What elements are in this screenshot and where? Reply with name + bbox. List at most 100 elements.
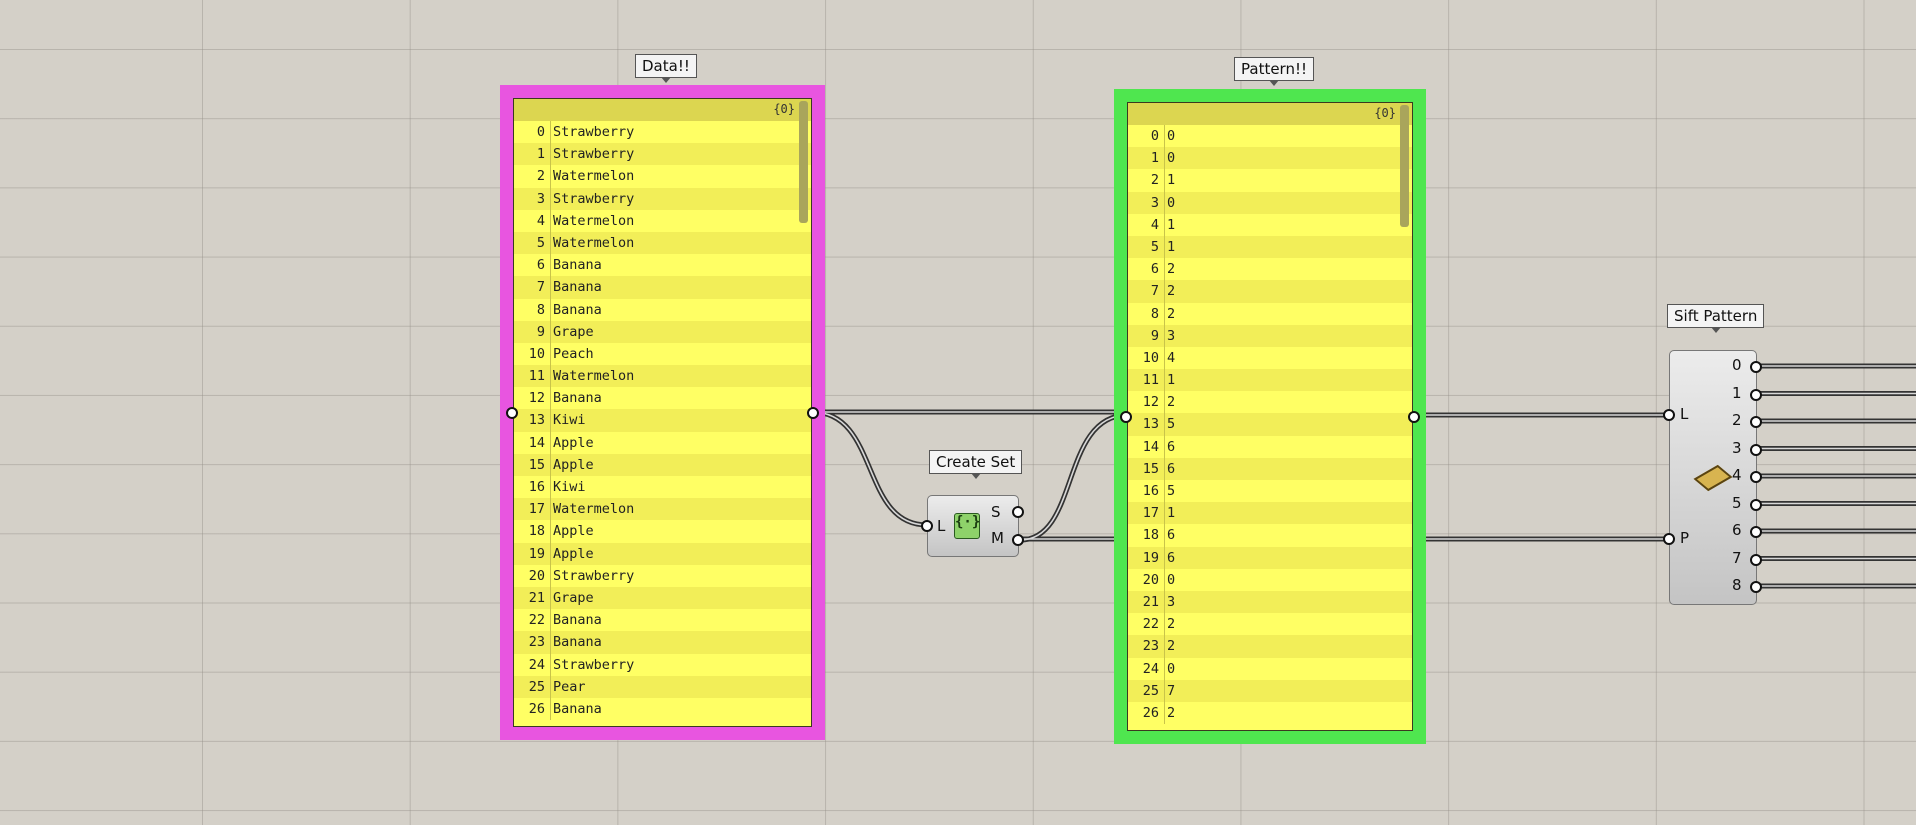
sift-pattern-output-label: 2 [1732,411,1742,429]
sift-pattern-output-port[interactable] [1750,416,1762,428]
panel-row: 21 3 [1128,590,1412,614]
row-separator [550,365,551,388]
row-separator [550,697,551,721]
row-separator [1164,369,1165,392]
row-separator [550,165,551,188]
pattern-panel-input-port[interactable] [1120,411,1132,423]
row-separator [550,409,551,432]
row-index: 9 [1150,327,1159,344]
data-panel-output-port[interactable] [807,407,819,419]
row-index: 4 [1150,216,1159,233]
row-value: Watermelon [553,234,635,251]
sift-pattern-output-port[interactable] [1750,526,1762,538]
panel-row: 24 Strawberry [514,653,811,676]
panel-row: 13 5 [1128,413,1412,436]
row-index: 24 [528,656,545,673]
row-index: 0 [1150,128,1159,144]
row-index: 10 [1142,349,1159,366]
data-panel-input-port[interactable] [506,407,518,419]
row-index: 11 [528,368,545,385]
row-separator [1164,235,1165,259]
panel-row: 12 Banana [514,387,811,410]
panel-row: 24 0 [1128,657,1412,680]
panel-row: 15 Apple [514,453,811,476]
sift-pattern-output-port[interactable] [1750,581,1762,593]
sift-pattern-output-port[interactable] [1750,498,1762,511]
row-separator [550,586,551,610]
panel-row: 7 Banana [514,276,811,299]
sift-pattern-output-port[interactable] [1750,361,1762,373]
row-index: 23 [528,634,545,651]
create-set-input-port[interactable] [921,520,933,532]
row-value: Banana [553,279,602,296]
row-value: 0 [1167,660,1176,677]
row-value: 4 [1167,349,1176,366]
row-separator [1164,346,1165,370]
pattern-panel[interactable]: {0} 0 0 1 0 2 1 3 0 4 1 5 1 6 2 7 2 8 2 9 3 10 4 11 1 12 2 13 5 14 6 1… [1114,89,1426,744]
row-value: 1 [1167,216,1176,233]
row-index: 13 [1142,416,1159,433]
row-value: 5 [1167,483,1176,499]
row-value: Banana [553,612,602,629]
row-index: 23 [1142,638,1159,655]
sift-pattern-output-port[interactable] [1750,553,1762,566]
row-separator [550,476,551,499]
row-value: 6 [1167,438,1176,455]
row-value: Banana [553,634,602,651]
create-set-output-port-s[interactable] [1012,506,1024,518]
row-value: 6 [1167,549,1176,566]
sift-pattern-input-port-p[interactable] [1663,533,1675,545]
pattern-panel-output-port[interactable] [1408,411,1420,423]
panel-row: 93 [1128,324,1412,347]
sift-pattern-output-label: 1 [1732,383,1742,402]
row-value: 6 [1167,527,1176,544]
create-set-output-port-m[interactable] [1012,534,1024,546]
row-separator [550,209,551,232]
create-set-title: Create Set [929,450,1023,479]
panel-row: 22 Banana [514,609,811,632]
row-separator [1164,435,1165,458]
row-separator [550,453,551,476]
panel-row: 0 Strawberry [514,121,811,144]
panel-row: 11 1 [1128,369,1412,392]
row-index: 21 [528,589,545,606]
sift-pattern-output-port[interactable] [1750,443,1762,456]
panel-row: 8 Banana [514,298,811,321]
row-value: Watermelon [553,501,635,518]
row-value: 0 [1167,150,1176,167]
row-separator [550,387,551,410]
wires-layer [809,363,1916,589]
data-panel[interactable]: {0} 0 Strawberry 1 Strawberry 2 Watermelon 3 St… [500,85,825,740]
row-value: Watermelon [553,368,635,385]
panel-row: 19 Apple [514,542,811,565]
row-separator [1164,635,1165,658]
sift-pattern-output-port[interactable] [1750,471,1762,483]
data-panel-scrollbar[interactable] [799,101,808,223]
row-separator [1164,125,1165,148]
row-index: 3 [536,190,545,207]
pattern-panel-title: Pattern!! [1234,57,1314,86]
create-set-component[interactable]: L {·} S M [921,495,1024,557]
row-index: 22 [528,612,545,629]
row-separator [1164,457,1165,480]
sift-pattern-input-port-l[interactable] [1663,409,1675,421]
row-index: 14 [1142,438,1159,455]
row-separator [550,431,551,454]
row-index: 18 [1142,527,1159,544]
pattern-panel-scrollbar[interactable] [1400,105,1409,227]
row-index: 4 [536,212,545,229]
row-separator [1164,213,1165,236]
sift-pattern-output-port[interactable] [1750,388,1762,401]
row-value: Grape [553,323,594,340]
panel-row: 23 Banana [514,631,811,654]
panel-row: 72 [1128,280,1412,303]
row-separator [1164,147,1165,170]
panel-row: 6 Banana [514,254,811,277]
sift-pattern-output-label: 0 [1732,356,1742,374]
row-value: 1 [1167,372,1176,389]
panel-row: 10 4 [1128,346,1412,370]
row-index: 3 [1150,194,1159,211]
row-index: 5 [536,234,545,251]
row-value: Strawberry [553,190,635,207]
sift-pattern-component[interactable]: L P 0 1 2 3 4 5 6 7 8 [1663,350,1762,605]
